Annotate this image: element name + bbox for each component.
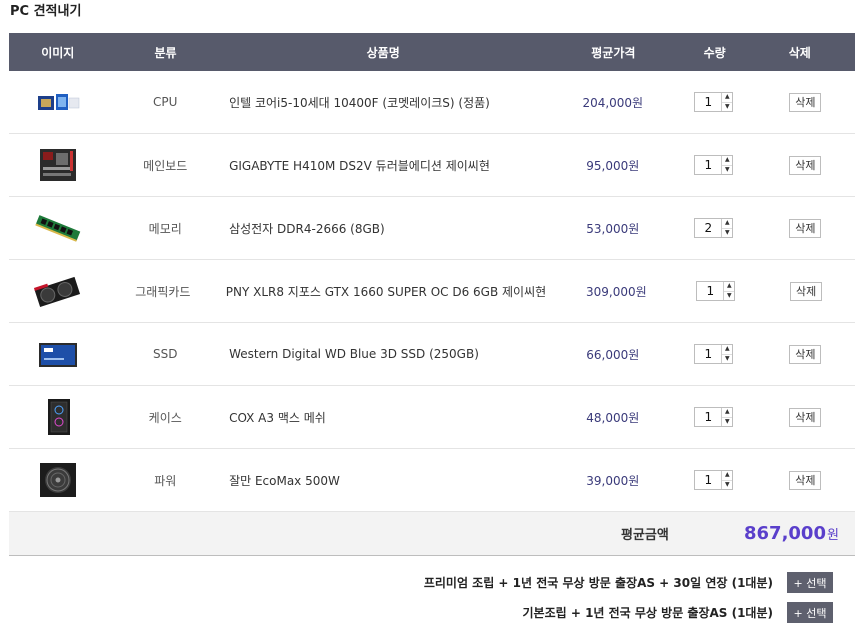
item-category: 케이스 <box>148 410 182 425</box>
case-icon <box>47 399 70 435</box>
item-name: 삼성전자 DDR4-2666 (8GB) <box>229 221 385 236</box>
header-price: 평균가격 <box>591 45 636 60</box>
delete-button[interactable]: 삭제 <box>789 155 822 175</box>
increment-icon[interactable]: ▲ <box>722 345 732 354</box>
ram-icon <box>35 215 80 242</box>
table-row: 케이스 COX A3 맥스 메쉬 48,000원 1 ▲ ▼ 삭제 <box>9 386 855 449</box>
increment-icon[interactable]: ▲ <box>722 93 732 102</box>
motherboard-icon <box>39 149 76 181</box>
quantity-stepper[interactable]: 1 ▲ ▼ <box>694 470 734 490</box>
total-unit: 원 <box>826 528 839 543</box>
quantity-value[interactable]: 1 <box>695 156 721 174</box>
table-row: 메인보드 GIGABYTE H410M DS2V 듀러블에디션 제이씨현 95,… <box>9 134 855 197</box>
item-category: SSD <box>153 347 178 361</box>
delete-button[interactable]: 삭제 <box>789 470 822 490</box>
ssd-icon <box>38 343 77 367</box>
item-category: CPU <box>153 95 178 109</box>
table-row: 메모리 삼성전자 DDR4-2666 (8GB) 53,000원 2 ▲ ▼ 삭… <box>9 197 855 260</box>
header-name: 상품명 <box>366 45 400 60</box>
item-price: 48,000원 <box>586 410 640 425</box>
item-category: 그래픽카드 <box>135 284 191 299</box>
item-name: GIGABYTE H410M DS2V 듀러블에디션 제이씨현 <box>229 158 490 173</box>
table-row: 그래픽카드 PNY XLR8 지포스 GTX 1660 SUPER OC D6 … <box>9 260 855 323</box>
increment-icon[interactable]: ▲ <box>722 471 732 480</box>
header-delete: 삭제 <box>788 45 811 60</box>
table-row: SSD Western Digital WD Blue 3D SSD (250G… <box>9 323 855 386</box>
delete-button[interactable]: 삭제 <box>789 92 822 112</box>
quantity-stepper[interactable]: 1 ▲ ▼ <box>696 281 736 301</box>
estimate-table: 이미지 분류 상품명 평균가격 수량 삭제 CPU 인텔 코어i5-10세대 1… <box>9 33 855 556</box>
psu-icon <box>39 463 76 497</box>
assembly-option-premium: 프리미엄 조립 + 1년 전국 무상 방문 출장AS + 30일 연장 (1대분… <box>424 572 833 593</box>
select-option-button[interactable]: + 선택 <box>787 572 833 593</box>
delete-button[interactable]: 삭제 <box>790 281 823 301</box>
delete-button[interactable]: 삭제 <box>789 218 822 238</box>
total-amount: 867,000원 <box>744 523 839 544</box>
header-image: 이미지 <box>41 45 75 60</box>
item-price: 53,000원 <box>586 221 640 236</box>
total-label: 평균금액 <box>621 528 669 543</box>
delete-button[interactable]: 삭제 <box>789 344 822 364</box>
gpu-icon <box>33 276 81 307</box>
item-price: 95,000원 <box>586 158 640 173</box>
quantity-value[interactable]: 1 <box>695 345 721 363</box>
quantity-value[interactable]: 1 <box>697 282 723 300</box>
assembly-option-basic: 기본조립 + 1년 전국 무상 방문 출장AS (1대분) + 선택 <box>522 602 833 623</box>
item-price: 309,000원 <box>585 284 647 299</box>
quantity-value[interactable]: 1 <box>695 471 721 489</box>
header-qty: 수량 <box>703 45 726 60</box>
delete-button[interactable]: 삭제 <box>789 407 822 427</box>
option-text: 프리미엄 조립 + 1년 전국 무상 방문 출장AS + 30일 연장 (1대분… <box>423 576 773 590</box>
select-option-button[interactable]: + 선택 <box>787 602 833 623</box>
decrement-icon[interactable]: ▼ <box>722 416 733 427</box>
option-text: 기본조립 + 1년 전국 무상 방문 출장AS (1대분) <box>522 606 774 620</box>
item-name: 인텔 코어i5-10세대 10400F (코멧레이크S) (정품) <box>229 95 490 110</box>
item-name: 잘만 EcoMax 500W <box>229 473 340 488</box>
increment-icon[interactable]: ▲ <box>722 156 732 165</box>
decrement-icon[interactable]: ▼ <box>724 290 735 301</box>
total-row: 평균금액 867,000원 <box>9 512 855 556</box>
quantity-value[interactable]: 1 <box>695 408 721 426</box>
quantity-value[interactable]: 1 <box>695 93 721 111</box>
item-name: COX A3 맥스 메쉬 <box>229 410 326 425</box>
item-category: 파워 <box>154 473 177 488</box>
quantity-stepper[interactable]: 1 ▲ ▼ <box>694 92 734 112</box>
table-header: 이미지 분류 상품명 평균가격 수량 삭제 <box>9 33 855 71</box>
increment-icon[interactable]: ▲ <box>722 219 732 228</box>
total-amount-value: 867,000 <box>744 523 826 544</box>
item-name: PNY XLR8 지포스 GTX 1660 SUPER OC D6 6GB 제이… <box>225 284 547 299</box>
decrement-icon[interactable]: ▼ <box>722 479 733 490</box>
header-category: 분류 <box>154 45 177 60</box>
item-name: Western Digital WD Blue 3D SSD (250GB) <box>229 347 479 361</box>
item-category: 메인보드 <box>143 158 188 173</box>
decrement-icon[interactable]: ▼ <box>722 353 733 364</box>
increment-icon[interactable]: ▲ <box>722 408 732 417</box>
table-row: CPU 인텔 코어i5-10세대 10400F (코멧레이크S) (정품) 20… <box>9 71 855 134</box>
quantity-value[interactable]: 2 <box>695 219 721 237</box>
decrement-icon[interactable]: ▼ <box>722 101 733 112</box>
item-category: 메모리 <box>148 221 182 236</box>
quantity-stepper[interactable]: 1 ▲ ▼ <box>694 407 734 427</box>
item-price: 204,000원 <box>582 95 644 110</box>
quantity-stepper[interactable]: 1 ▲ ▼ <box>694 155 734 175</box>
table-row: 파워 잘만 EcoMax 500W 39,000원 1 ▲ ▼ 삭제 <box>9 449 855 512</box>
page-title: PC 견적내기 <box>10 4 82 19</box>
quantity-stepper[interactable]: 1 ▲ ▼ <box>694 344 734 364</box>
decrement-icon[interactable]: ▼ <box>722 227 733 238</box>
item-price: 39,000원 <box>586 473 640 488</box>
increment-icon[interactable]: ▲ <box>724 282 734 291</box>
quantity-stepper[interactable]: 2 ▲ ▼ <box>694 218 734 238</box>
cpu-icon <box>37 94 79 110</box>
item-price: 66,000원 <box>586 347 640 362</box>
decrement-icon[interactable]: ▼ <box>722 164 733 175</box>
